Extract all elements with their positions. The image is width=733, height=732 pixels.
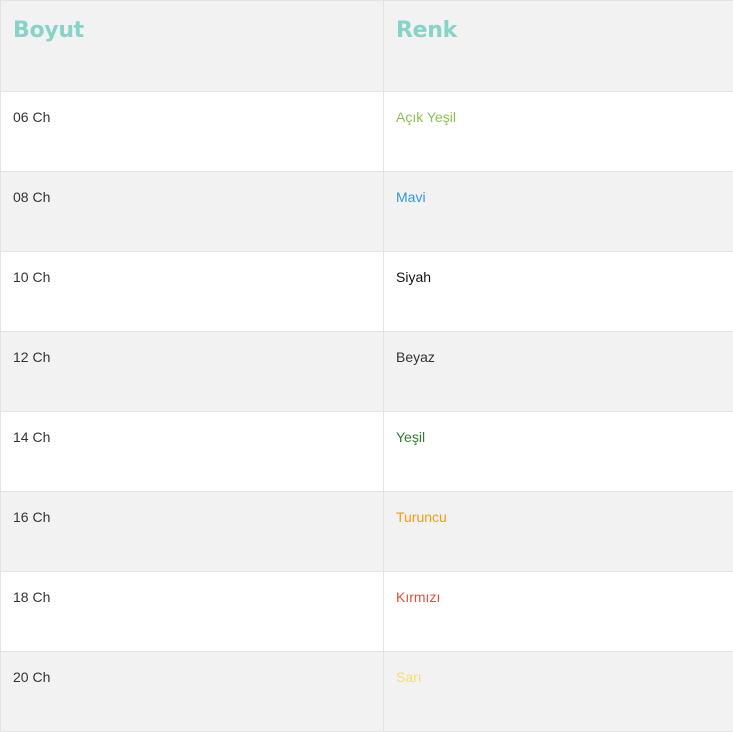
table-row: 14 Ch Yeşil — [0, 411, 733, 492]
color-cell: Açık Yeşil — [383, 91, 733, 172]
size-cell: 08 Ch — [0, 171, 384, 252]
size-cell: 16 Ch — [0, 491, 384, 572]
column-header-size: Boyut — [0, 0, 384, 92]
table-row: 20 Ch Sarı — [0, 651, 733, 732]
table-row: 16 Ch Turuncu — [0, 491, 733, 572]
color-cell: Turuncu — [383, 491, 733, 572]
color-cell: Sarı — [383, 651, 733, 732]
table-row: 10 Ch Siyah — [0, 251, 733, 332]
column-header-color: Renk — [383, 0, 733, 92]
table-row: 08 Ch Mavi — [0, 171, 733, 252]
color-cell: Beyaz — [383, 331, 733, 412]
size-cell: 12 Ch — [0, 331, 384, 412]
color-cell: Siyah — [383, 251, 733, 332]
color-cell: Mavi — [383, 171, 733, 252]
table-row: 18 Ch Kırmızı — [0, 571, 733, 652]
table-row: 12 Ch Beyaz — [0, 331, 733, 412]
size-cell: 10 Ch — [0, 251, 384, 332]
color-cell: Kırmızı — [383, 571, 733, 652]
size-cell: 06 Ch — [0, 91, 384, 172]
color-cell: Yeşil — [383, 411, 733, 492]
table-row: 06 Ch Açık Yeşil — [0, 91, 733, 172]
size-cell: 14 Ch — [0, 411, 384, 492]
table-header-row: Boyut Renk — [0, 0, 733, 92]
size-cell: 20 Ch — [0, 651, 384, 732]
size-color-table: Boyut Renk 06 Ch Açık Yeşil 08 Ch Mavi 1… — [0, 0, 733, 732]
size-cell: 18 Ch — [0, 571, 384, 652]
